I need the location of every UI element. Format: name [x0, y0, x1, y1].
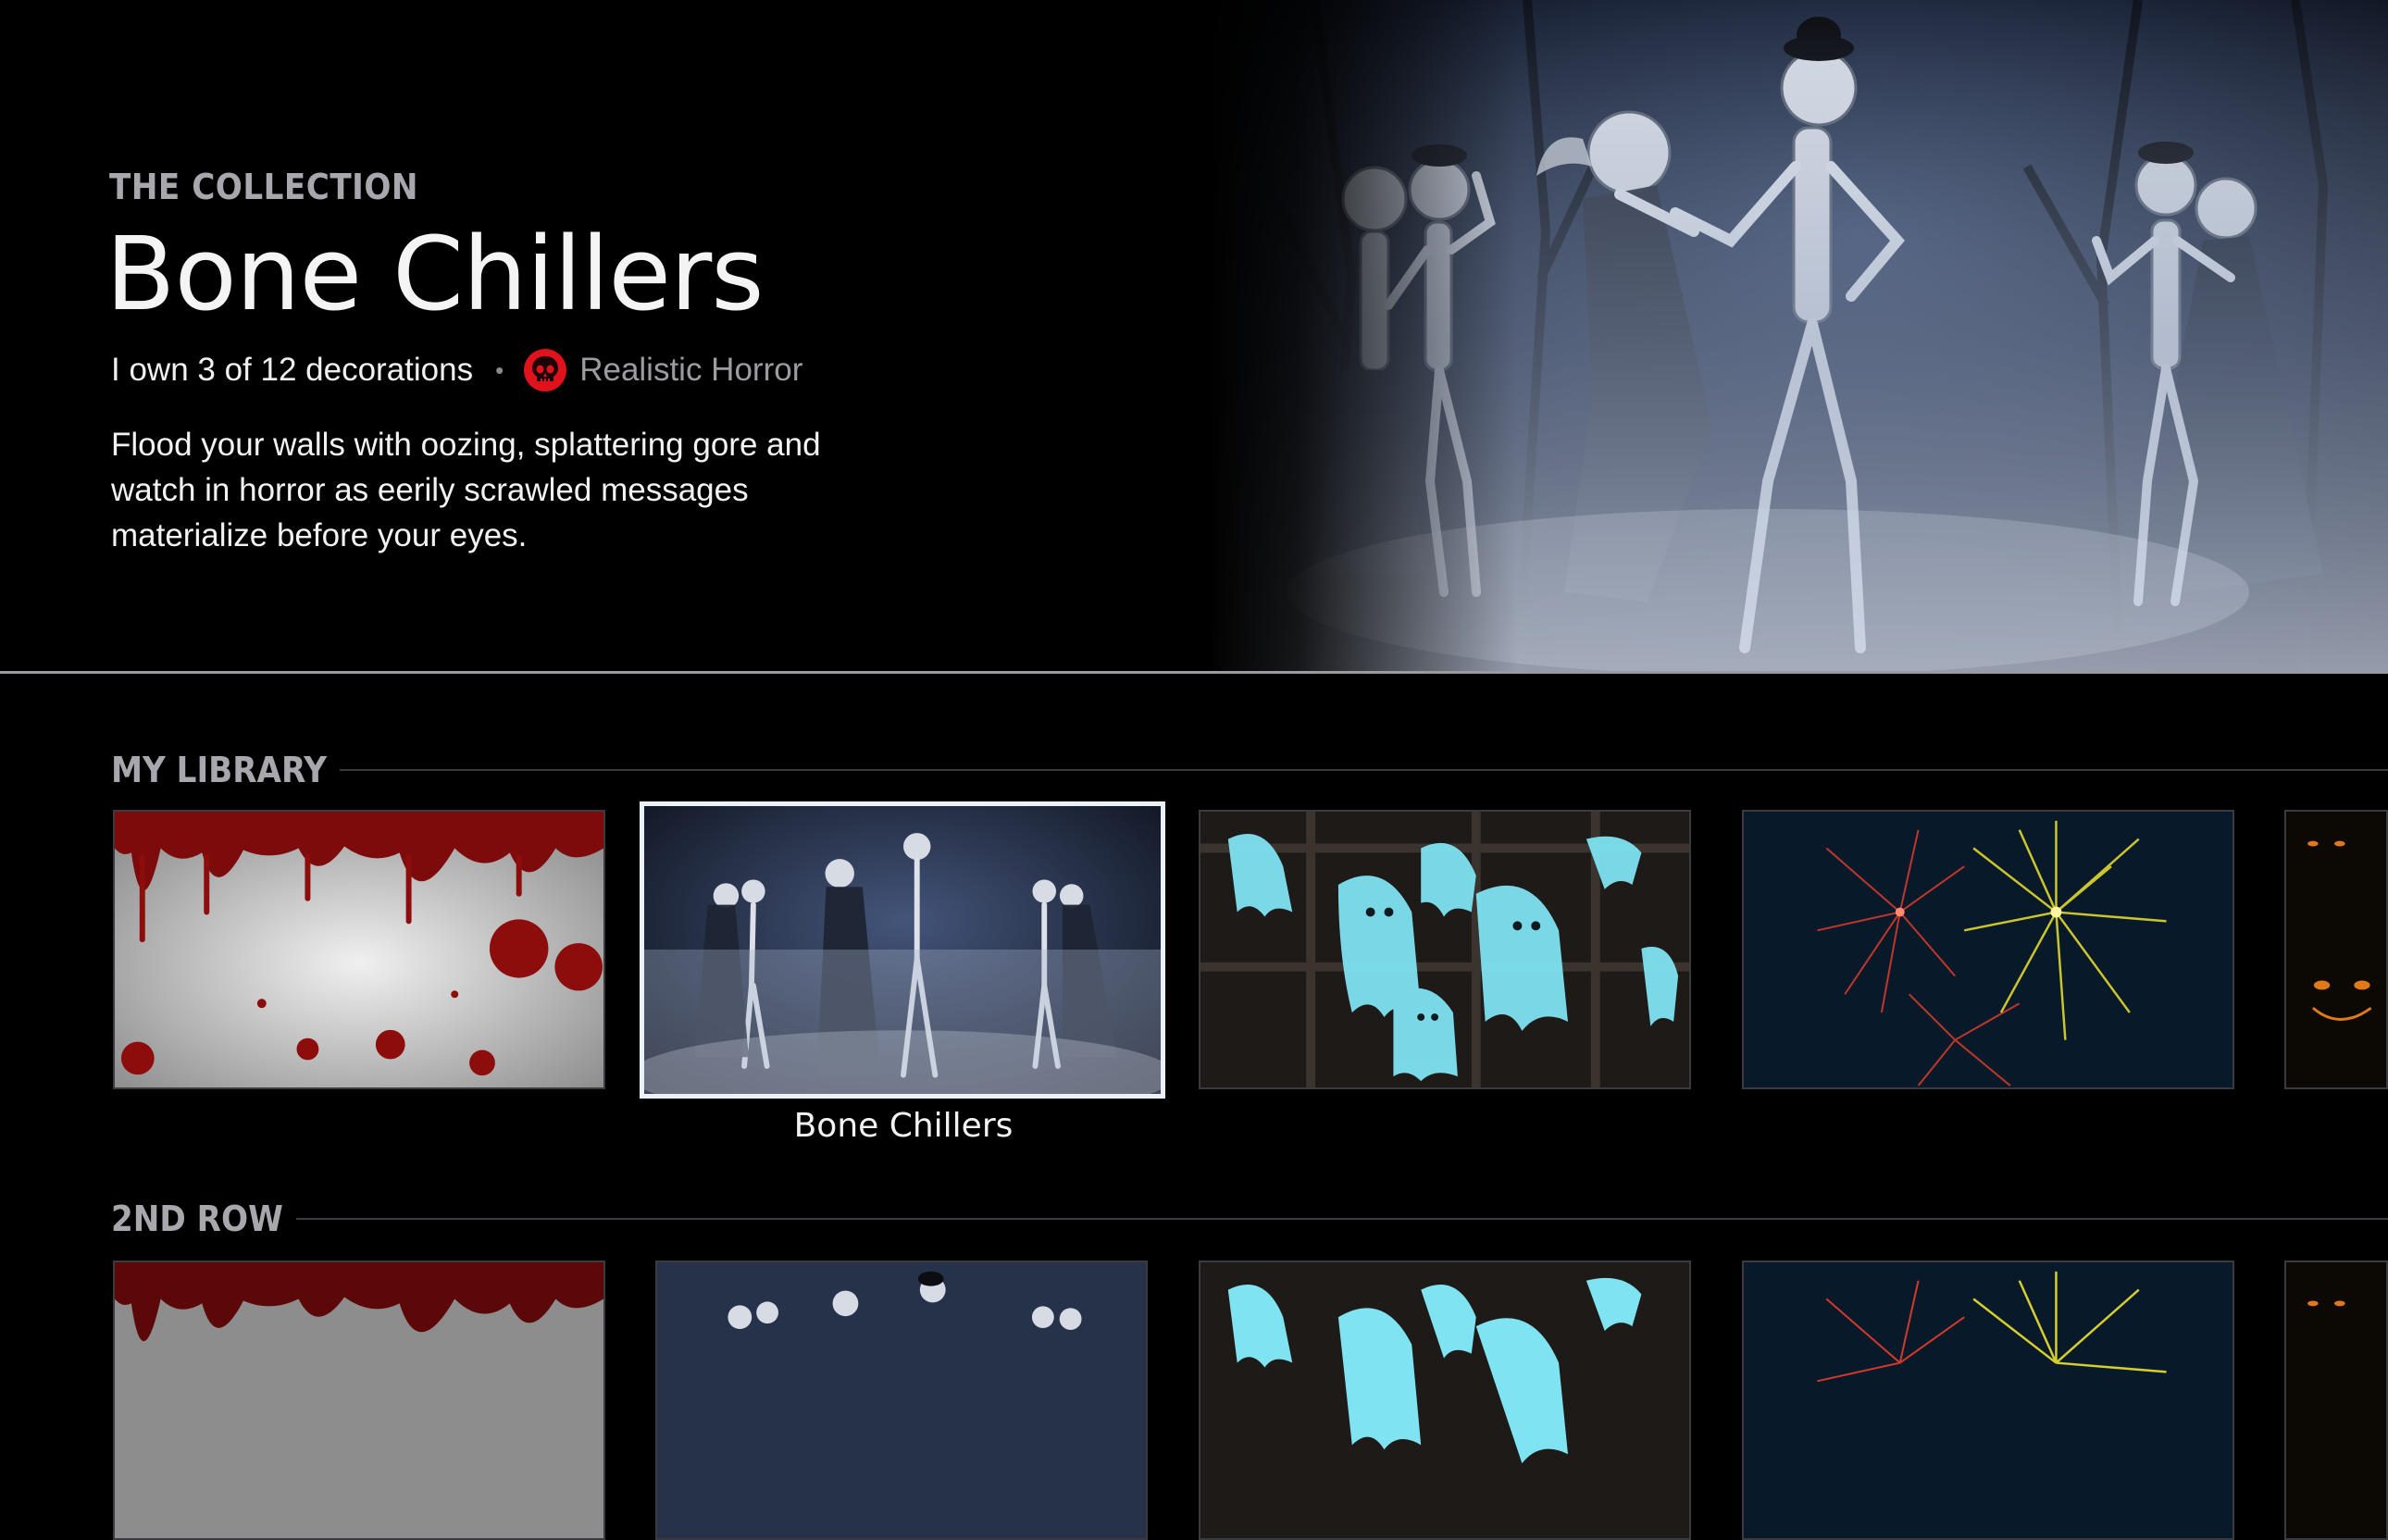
row-title: 2ND ROW	[111, 1198, 283, 1239]
glowing-eyes-artwork	[2286, 1262, 2386, 1538]
row-title: MY LIBRARY	[111, 750, 328, 790]
hero-fade-overlay	[1203, 0, 1518, 671]
skeletons-artwork	[644, 806, 1161, 1094]
fireworks-artwork	[1744, 812, 2233, 1087]
row-header-2nd-row: 2ND ROW	[111, 1196, 2388, 1242]
ownership-count: I own 3 of 12 decorations	[111, 352, 474, 388]
hero-divider	[0, 671, 2388, 674]
tile-blood-splatter[interactable]	[113, 1261, 605, 1540]
skeletons-artwork	[657, 1262, 1146, 1538]
hero-banner: THE COLLECTION Bone Chillers I own 3 of …	[0, 0, 2388, 671]
blood-splatter-artwork	[115, 1262, 603, 1538]
tile-flying-ghosts[interactable]	[1199, 1261, 1691, 1540]
page-title: Bone Chillers	[106, 215, 765, 333]
collection-meta: I own 3 of 12 decorations • Realistic Ho…	[111, 349, 803, 391]
row-header-my-library: MY LIBRARY	[111, 747, 2388, 793]
red-skull-icon	[524, 349, 567, 391]
tile-blood-splatter[interactable]	[113, 810, 605, 1089]
blood-splatter-artwork	[115, 812, 603, 1087]
glowing-eyes-artwork	[2286, 812, 2386, 1087]
collection-description: Flood your walls with oozing, splatterin…	[111, 427, 821, 553]
fireworks-artwork	[1744, 1262, 2233, 1538]
genre-label: Realistic Horror	[579, 352, 803, 388]
tile-bone-chillers[interactable]	[640, 801, 1165, 1099]
tile-glowing-eyes[interactable]	[2284, 810, 2388, 1089]
meta-separator: •	[495, 355, 504, 384]
tile-fireworks[interactable]	[1742, 810, 2234, 1089]
tile-flying-ghosts[interactable]	[1199, 810, 1691, 1089]
focused-tile-caption: Bone Chillers	[793, 1107, 1014, 1145]
tile-glowing-eyes[interactable]	[2284, 1261, 2388, 1540]
tile-bone-chillers[interactable]	[655, 1261, 1148, 1540]
ghosts-artwork	[1200, 812, 1689, 1087]
tile-fireworks[interactable]	[1742, 1261, 2234, 1540]
ghosts-artwork	[1200, 1262, 1689, 1538]
row-divider	[340, 769, 2388, 771]
collection-eyebrow: THE COLLECTION	[109, 167, 419, 207]
row-divider	[295, 1218, 2388, 1220]
